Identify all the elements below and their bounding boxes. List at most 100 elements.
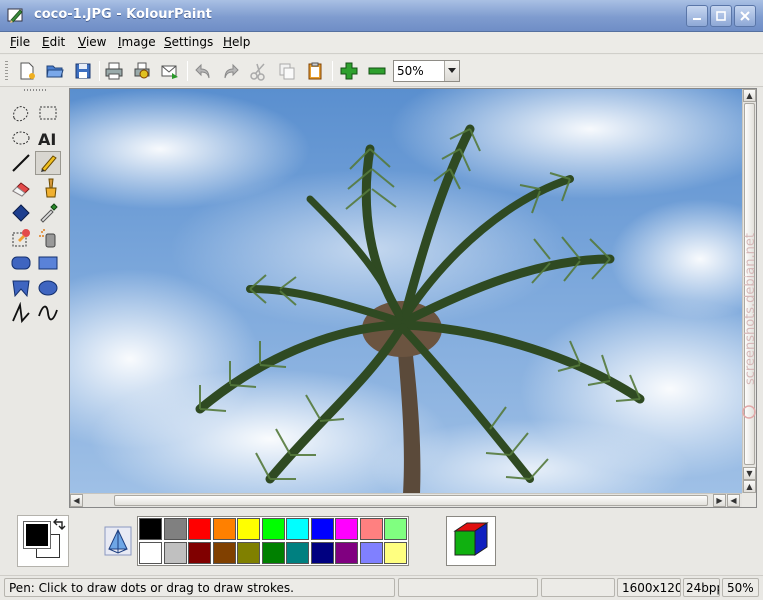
elliptical-select-tool[interactable] xyxy=(8,126,34,150)
palette-swatch[interactable] xyxy=(335,518,358,540)
open-button[interactable] xyxy=(43,59,67,83)
zoom-in-button[interactable] xyxy=(337,59,361,83)
rounded-rectangle-tool[interactable] xyxy=(8,251,34,275)
zoom-out-button[interactable] xyxy=(365,59,389,83)
palette-swatch[interactable] xyxy=(384,542,407,564)
color-palette xyxy=(137,516,409,566)
ellipse-tool[interactable] xyxy=(35,276,61,300)
redo-button[interactable] xyxy=(219,59,243,83)
print-preview-button[interactable] xyxy=(130,59,154,83)
scroll-right-button[interactable]: ▶ xyxy=(713,494,726,507)
palette-swatch[interactable] xyxy=(310,518,334,540)
palette-swatch[interactable] xyxy=(237,542,260,564)
save-button[interactable] xyxy=(71,59,95,83)
status-depth: 24bpp xyxy=(683,578,720,597)
menu-help[interactable]: Help xyxy=(223,35,250,49)
palette-swatch[interactable] xyxy=(286,518,309,540)
cut-button[interactable] xyxy=(247,59,271,83)
brush-icon xyxy=(45,178,57,198)
foreground-background-colors[interactable] xyxy=(17,515,69,567)
scroll-left-button-2[interactable]: ◀ xyxy=(727,494,740,507)
spraycan-tool[interactable] xyxy=(35,226,61,250)
palette-swatch[interactable] xyxy=(212,518,236,540)
color-eraser-tool[interactable] xyxy=(8,226,34,250)
svg-text:screenshots.debian.net: screenshots.debian.net xyxy=(743,233,758,385)
palette-swatch[interactable] xyxy=(261,542,285,564)
connected-lines-tool[interactable] xyxy=(8,301,34,325)
redo-icon xyxy=(224,63,239,79)
rectangular-select-tool[interactable] xyxy=(35,101,61,125)
open-icon xyxy=(46,65,64,78)
scroll-left-button[interactable]: ◀ xyxy=(70,494,83,507)
palette-swatch[interactable] xyxy=(310,542,334,564)
undo-button[interactable] xyxy=(191,59,215,83)
transparency-mode-icon[interactable] xyxy=(104,526,132,556)
palette-swatch[interactable] xyxy=(139,518,162,540)
palette-swatch[interactable] xyxy=(188,542,211,564)
text-icon: AI xyxy=(38,130,56,149)
palette-swatch[interactable] xyxy=(335,542,358,564)
tool-box: AI xyxy=(4,88,66,508)
palette-swatch[interactable] xyxy=(188,518,211,540)
scroll-up-button[interactable]: ▲ xyxy=(743,89,756,102)
scroll-down-button-2[interactable]: ▲ xyxy=(743,480,756,493)
menu-settings[interactable]: Settings xyxy=(164,35,213,49)
palette-swatch[interactable] xyxy=(163,542,187,564)
zoom-dropdown-button[interactable] xyxy=(444,61,459,81)
eraser-tool[interactable] xyxy=(8,176,34,200)
pen-tool[interactable] xyxy=(35,151,61,175)
print-button[interactable] xyxy=(102,59,126,83)
foreground-color-swatch[interactable] xyxy=(23,521,51,549)
palette-swatch[interactable] xyxy=(237,518,260,540)
polygon-tool[interactable] xyxy=(8,276,34,300)
zoom-combobox[interactable]: 50% xyxy=(393,60,460,82)
text-tool[interactable]: AI xyxy=(35,126,61,150)
minimize-button[interactable] xyxy=(686,5,708,27)
new-icon xyxy=(20,62,35,80)
rectangular-select-icon xyxy=(39,106,57,120)
horizontal-scrollbar[interactable]: ◀ ▶ ◀ xyxy=(70,493,743,507)
palette-swatch[interactable] xyxy=(359,542,383,564)
palette-swatch[interactable] xyxy=(139,542,162,564)
menu-file[interactable]: File xyxy=(10,35,30,49)
free-form-select-tool[interactable] xyxy=(8,101,34,125)
maximize-button[interactable] xyxy=(710,5,732,27)
color-similarity-button[interactable] xyxy=(446,516,496,566)
scroll-down-button[interactable]: ▼ xyxy=(743,467,756,480)
palette-swatch[interactable] xyxy=(286,542,309,564)
line-tool[interactable] xyxy=(8,151,34,175)
zoom-in-icon xyxy=(340,62,358,80)
new-button[interactable] xyxy=(15,59,39,83)
paste-button[interactable] xyxy=(303,59,327,83)
swap-colors-icon[interactable] xyxy=(52,518,66,532)
menu-edit[interactable]: Edit xyxy=(42,35,65,49)
title-bar[interactable]: coco-1.JPG - KolourPaint xyxy=(0,0,763,32)
brush-tool[interactable] xyxy=(35,176,61,200)
palette-swatch[interactable] xyxy=(384,518,407,540)
color-picker-tool[interactable] xyxy=(35,201,61,225)
color-eraser-icon xyxy=(12,229,30,247)
image-canvas[interactable] xyxy=(70,89,743,494)
palette-swatch[interactable] xyxy=(261,518,285,540)
paste-icon xyxy=(308,62,322,80)
undo-icon xyxy=(195,63,210,79)
menu-image[interactable]: Image xyxy=(118,35,156,49)
palette-swatch[interactable] xyxy=(359,518,383,540)
menu-view[interactable]: View xyxy=(78,35,106,49)
palette-swatch[interactable] xyxy=(212,542,236,564)
canvas-area: ▲ ▼ ▲ ◀ ▶ ◀ xyxy=(69,88,757,508)
flood-fill-tool[interactable] xyxy=(8,201,34,225)
curve-tool[interactable] xyxy=(35,301,61,325)
toolbar-grip[interactable] xyxy=(5,61,8,81)
close-button[interactable] xyxy=(734,5,756,27)
zoom-value: 50% xyxy=(397,64,424,78)
rectangle-tool[interactable] xyxy=(35,251,61,275)
palette-swatch[interactable] xyxy=(163,518,187,540)
horizontal-scroll-thumb[interactable] xyxy=(114,495,708,506)
copy-button[interactable] xyxy=(275,59,299,83)
email-button[interactable] xyxy=(158,59,182,83)
elliptical-select-icon xyxy=(12,131,30,145)
eraser-icon xyxy=(12,182,30,197)
free-form-select-icon xyxy=(13,106,29,122)
status-field-empty-1 xyxy=(398,578,538,597)
